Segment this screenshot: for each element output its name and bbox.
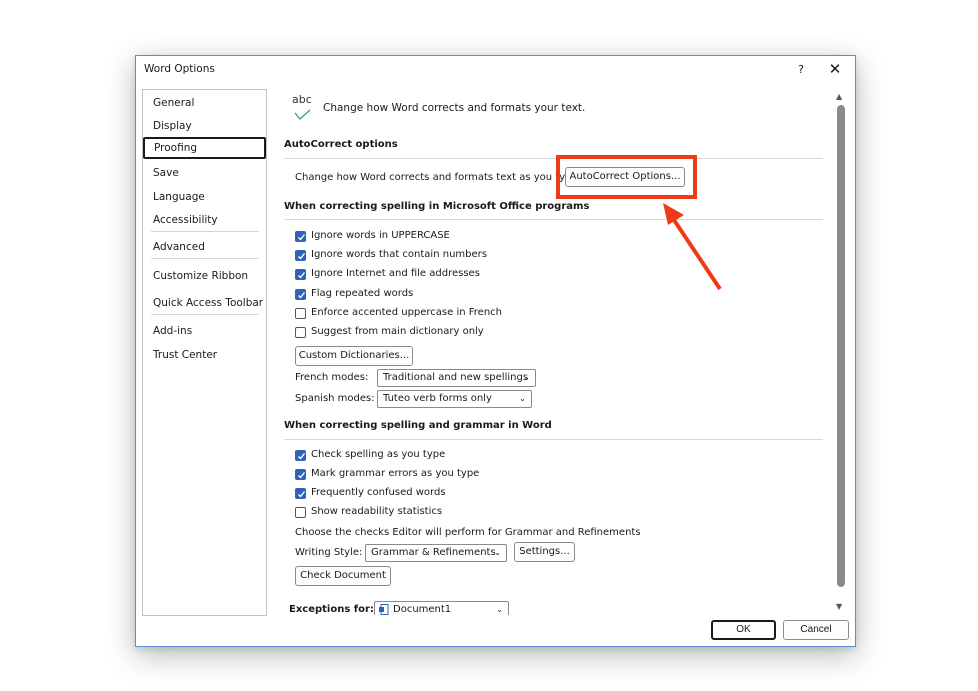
title-bar: Word Options ? ✕ xyxy=(136,56,855,84)
french-modes-value: Traditional and new spellings xyxy=(383,372,529,383)
annotation-arrow-icon xyxy=(663,203,722,291)
nav-item-add-ins[interactable]: Add-ins xyxy=(143,320,266,342)
proofing-panel: abc Change how Word corrects and formats… xyxy=(276,89,834,615)
check-document-button[interactable]: Check Document xyxy=(295,566,391,586)
nav-separator xyxy=(151,314,259,315)
scroll-up-arrow-icon[interactable]: ▲ xyxy=(836,92,842,101)
cancel-button[interactable]: Cancel xyxy=(783,620,849,640)
nav-item-general[interactable]: General xyxy=(143,92,266,114)
option-label: Show readability statistics xyxy=(311,506,443,517)
option-label: Ignore words in UPPERCASE xyxy=(311,230,450,241)
option-label: Flag repeated words xyxy=(311,288,414,299)
option-label: Suggest from main dictionary only xyxy=(311,326,484,337)
section-divider xyxy=(284,219,823,220)
checkbox-checked[interactable] xyxy=(295,269,306,280)
chevron-down-icon: ⌄ xyxy=(523,373,530,382)
grammar-checks-text: Choose the checks Editor will perform fo… xyxy=(295,527,641,538)
chevron-down-icon: ⌄ xyxy=(496,605,503,614)
document-icon xyxy=(379,604,389,615)
option-label: Frequently confused words xyxy=(311,487,446,498)
exceptions-label: Exceptions for: xyxy=(289,604,374,615)
nav-item-proofing[interactable]: Proofing xyxy=(143,137,266,159)
checkbox-checked[interactable] xyxy=(295,450,306,461)
checkbox-checked[interactable] xyxy=(295,250,306,261)
checkbox-checked[interactable] xyxy=(295,289,306,300)
checkbox-checked[interactable] xyxy=(295,469,306,480)
help-icon[interactable]: ? xyxy=(791,60,811,80)
check-mark-icon xyxy=(294,109,311,120)
checkbox-unchecked[interactable] xyxy=(295,507,306,518)
custom-dictionaries-button[interactable]: Custom Dictionaries... xyxy=(295,346,413,366)
scroll-thumb[interactable] xyxy=(837,105,845,587)
exceptions-document-select[interactable]: Document1 ⌄ xyxy=(374,601,509,615)
french-modes-label: French modes: xyxy=(295,372,369,383)
nav-item-display[interactable]: Display xyxy=(143,115,266,137)
word-options-dialog: Word Options ? ✕ General Display Proofin… xyxy=(135,55,856,647)
proofing-header-text: Change how Word corrects and formats you… xyxy=(323,102,586,114)
content-scrollbar[interactable]: ▲ ▼ xyxy=(834,92,848,616)
writing-style-value: Grammar & Refinements xyxy=(371,547,496,558)
nav-item-advanced[interactable]: Advanced xyxy=(143,236,266,258)
abc-icon-text: abc xyxy=(292,93,312,106)
window-title: Word Options xyxy=(144,63,215,75)
nav-item-quick-access-toolbar[interactable]: Quick Access Toolbar xyxy=(143,292,266,314)
nav-item-accessibility[interactable]: Accessibility xyxy=(143,209,266,231)
options-nav: General Display Proofing Save Language A… xyxy=(142,89,267,616)
spanish-modes-label: Spanish modes: xyxy=(295,393,375,404)
autocorrect-section-title: AutoCorrect options xyxy=(284,139,398,150)
chevron-down-icon: ⌄ xyxy=(519,394,526,403)
autocorrect-description: Change how Word corrects and formats tex… xyxy=(295,172,582,183)
word-spelling-section-title: When correcting spelling and grammar in … xyxy=(284,420,552,431)
settings-button[interactable]: Settings... xyxy=(514,542,575,562)
chevron-down-icon: ⌄ xyxy=(494,548,501,557)
checkbox-unchecked[interactable] xyxy=(295,308,306,319)
spanish-modes-select[interactable]: Tuteo verb forms only ⌄ xyxy=(377,390,532,408)
nav-item-trust-center[interactable]: Trust Center xyxy=(143,344,266,366)
checkbox-checked[interactable] xyxy=(295,488,306,499)
french-modes-select[interactable]: Traditional and new spellings ⌄ xyxy=(377,369,536,387)
nav-separator xyxy=(151,258,259,259)
writing-style-label: Writing Style: xyxy=(295,547,363,558)
checkbox-unchecked[interactable] xyxy=(295,327,306,338)
abc-check-icon: abc xyxy=(292,93,318,123)
checkbox-checked[interactable] xyxy=(295,231,306,242)
option-label: Check spelling as you type xyxy=(311,449,446,460)
ok-button[interactable]: OK xyxy=(711,620,776,640)
section-divider xyxy=(284,158,823,159)
option-label: Enforce accented uppercase in French xyxy=(311,307,503,318)
exceptions-document-value: Document1 xyxy=(393,604,452,615)
nav-item-save[interactable]: Save xyxy=(143,162,266,184)
option-label: Mark grammar errors as you type xyxy=(311,468,480,479)
writing-style-select[interactable]: Grammar & Refinements ⌄ xyxy=(365,544,507,562)
close-icon[interactable]: ✕ xyxy=(824,58,846,80)
nav-item-language[interactable]: Language xyxy=(143,186,266,208)
office-spelling-section-title: When correcting spelling in Microsoft Of… xyxy=(284,201,590,212)
scroll-down-arrow-icon[interactable]: ▼ xyxy=(836,602,842,611)
spanish-modes-value: Tuteo verb forms only xyxy=(383,393,492,404)
section-divider xyxy=(284,439,823,440)
option-label: Ignore words that contain numbers xyxy=(311,249,487,260)
option-label: Ignore Internet and file addresses xyxy=(311,268,480,279)
nav-separator xyxy=(151,231,259,232)
nav-item-customize-ribbon[interactable]: Customize Ribbon xyxy=(143,265,266,287)
